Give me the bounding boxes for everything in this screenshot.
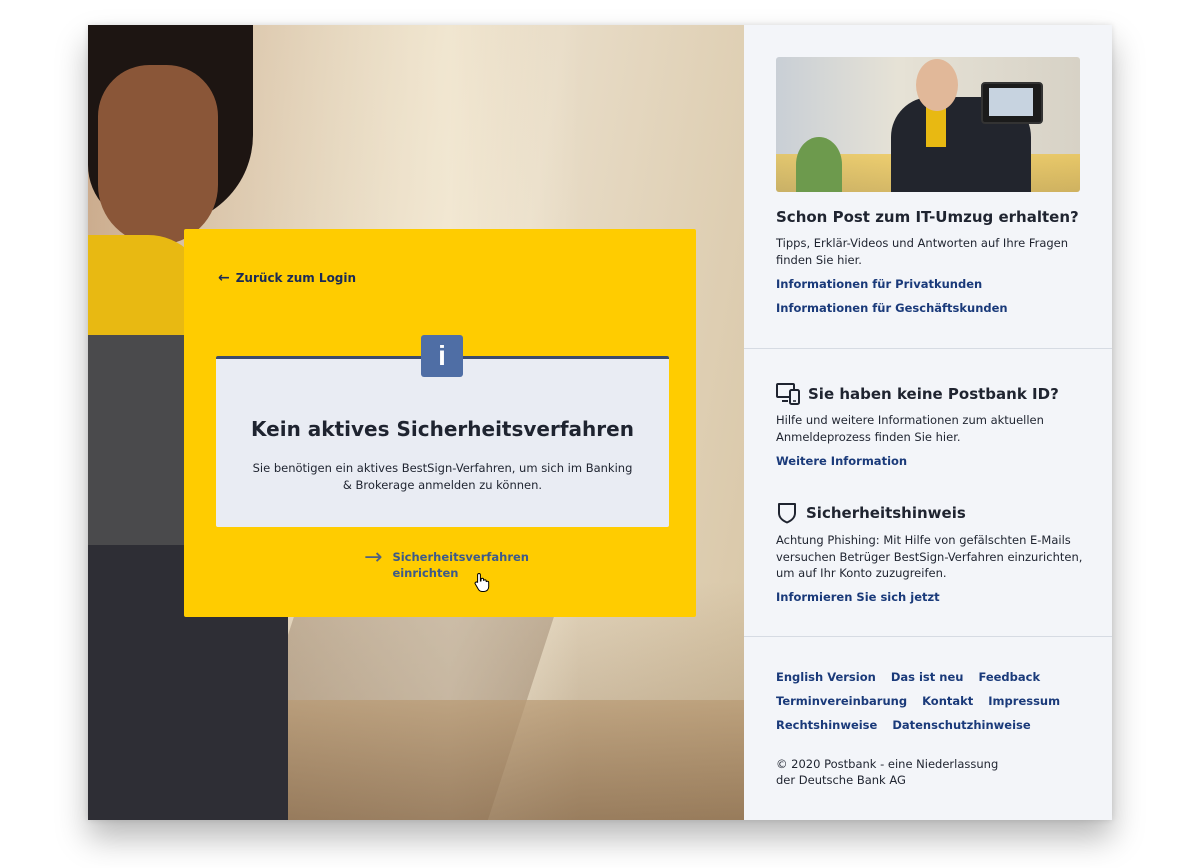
arrow-left-icon: ← bbox=[218, 270, 230, 286]
security-title: Sicherheitshinweis bbox=[806, 504, 966, 522]
hero-image: ← Zurück zum Login Kein aktives Sicherhe… bbox=[88, 25, 744, 820]
link-private-customers[interactable]: Informationen für Privatkunden bbox=[776, 277, 982, 291]
link-business-customers[interactable]: Informationen für Geschäftskunden bbox=[776, 301, 1008, 315]
security-text: Achtung Phishing: Mit Hilfe von gefälsch… bbox=[776, 533, 1083, 580]
shield-icon bbox=[778, 503, 796, 524]
page-frame: ← Zurück zum Login Kein aktives Sicherhe… bbox=[88, 25, 1112, 820]
footer-links-row: Terminvereinbarung Kontakt Impressum bbox=[776, 694, 1060, 708]
info-title: Kein aktives Sicherheitsverfahren bbox=[251, 417, 634, 441]
footer-links-row: Rechtshinweise Datenschutzhinweise bbox=[776, 718, 1031, 732]
footer-link-privacy[interactable]: Datenschutzhinweise bbox=[892, 718, 1030, 732]
footer-link-feedback[interactable]: Feedback bbox=[978, 670, 1040, 684]
footer-link-legal[interactable]: Rechtshinweise bbox=[776, 718, 877, 732]
info-text: Sie benötigen ein aktives BestSign-Verfa… bbox=[252, 461, 633, 492]
hand-pointer-icon bbox=[474, 572, 490, 592]
back-to-login-link[interactable]: ← Zurück zum Login bbox=[218, 271, 356, 285]
info-box: Kein aktives Sicherheitsverfahren Sie be… bbox=[216, 356, 669, 527]
security-heading: Sicherheitshinweis bbox=[776, 502, 966, 524]
link-inform-yourself[interactable]: Informieren Sie sich jetzt bbox=[776, 590, 940, 604]
footer-link-imprint[interactable]: Impressum bbox=[988, 694, 1060, 708]
devices-icon bbox=[776, 383, 800, 405]
arrow-right-icon: → bbox=[364, 545, 383, 570]
back-to-login-label: Zurück zum Login bbox=[235, 271, 357, 285]
divider bbox=[744, 636, 1112, 637]
footer-link-contact[interactable]: Kontakt bbox=[922, 694, 973, 708]
footer-link-whats-new[interactable]: Das ist neu bbox=[891, 670, 964, 684]
copyright: © 2020 Postbank - eine Niederlassung der… bbox=[776, 757, 999, 787]
setup-security-link[interactable]: → Sicherheitsverfahren einrichten bbox=[364, 545, 529, 581]
footer-links-row: English Version Das ist neu Feedback bbox=[776, 670, 1040, 684]
footer-link-english[interactable]: English Version bbox=[776, 670, 876, 684]
security-notice-card: ← Zurück zum Login Kein aktives Sicherhe… bbox=[184, 229, 696, 617]
promo-title: Schon Post zum IT-Umzug erhalten? bbox=[776, 208, 1079, 226]
link-more-info[interactable]: Weitere Information bbox=[776, 454, 907, 468]
info-icon: i bbox=[421, 335, 463, 377]
promo-text: Tipps, Erklär-Videos und Antworten auf I… bbox=[776, 236, 1069, 267]
no-id-title: Sie haben keine Postbank ID? bbox=[808, 385, 1059, 403]
promo-image bbox=[776, 57, 1080, 192]
divider bbox=[744, 348, 1112, 349]
no-id-text: Hilfe und weitere Informationen zum aktu… bbox=[776, 413, 1044, 444]
setup-security-label: Sicherheitsverfahren einrichten bbox=[392, 550, 529, 580]
sidebar: Schon Post zum IT-Umzug erhalten? Tipps,… bbox=[744, 25, 1112, 820]
no-id-heading: Sie haben keine Postbank ID? bbox=[776, 383, 1059, 405]
footer-link-appointment[interactable]: Terminvereinbarung bbox=[776, 694, 907, 708]
